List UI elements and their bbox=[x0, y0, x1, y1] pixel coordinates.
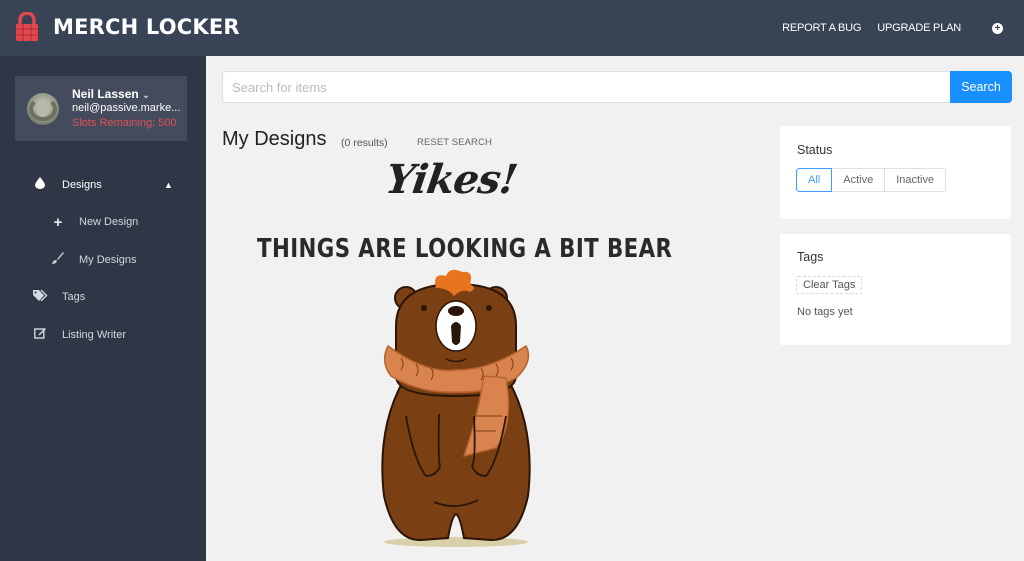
brand-logo[interactable]: MERCH LOCKER bbox=[15, 11, 240, 42]
search-button[interactable]: Search bbox=[950, 71, 1012, 103]
clear-tags-button[interactable]: Clear Tags bbox=[796, 276, 863, 294]
sidebar-item-label: My Designs bbox=[79, 253, 137, 266]
plus-circle-icon[interactable]: + bbox=[992, 22, 1003, 34]
tags-panel: Tags Clear Tags No tags yet bbox=[780, 234, 1011, 345]
empty-heading: Yikes! bbox=[382, 156, 520, 203]
sidebar-item-label: New Design bbox=[79, 216, 139, 229]
report-bug-link[interactable]: REPORT A BUG bbox=[782, 22, 861, 34]
chevron-down-icon: ⌄ bbox=[141, 90, 151, 101]
sidebar-item-label: Tags bbox=[62, 291, 86, 304]
results-count: (0 results) bbox=[341, 137, 388, 149]
sidebar: Neil Lassen ⌄ neil@passive.marke... Slots… bbox=[0, 56, 206, 561]
page-title: My Designs bbox=[222, 128, 327, 150]
droplet-icon bbox=[33, 177, 47, 192]
search-bar: Search bbox=[222, 71, 1012, 103]
top-links: REPORT A BUG UPGRADE PLAN + bbox=[766, 0, 1004, 56]
slots-remaining: Slots Remaining: 500 bbox=[72, 117, 177, 129]
status-inactive-button[interactable]: Inactive bbox=[884, 168, 947, 192]
edit-icon bbox=[33, 327, 47, 342]
lock-icon bbox=[15, 11, 39, 42]
status-panel: Status All Active Inactive bbox=[780, 126, 1011, 219]
plus-icon: + bbox=[53, 213, 63, 231]
no-tags-text: No tags yet bbox=[797, 306, 853, 318]
status-title: Status bbox=[797, 143, 833, 157]
bear-illustration bbox=[381, 269, 531, 547]
status-all-button[interactable]: All bbox=[796, 168, 833, 192]
status-filter: All Active Inactive bbox=[796, 168, 947, 192]
empty-state: Yikes! THINGS ARE LOOKING A BIT BEAR bbox=[226, 156, 706, 561]
status-active-button[interactable]: Active bbox=[831, 168, 886, 192]
paintbrush-icon bbox=[51, 252, 65, 267]
brand-name: MERCH LOCKER bbox=[53, 15, 240, 39]
sidebar-item-new-design[interactable]: + New Design bbox=[0, 204, 206, 242]
sidebar-item-tags[interactable]: Tags bbox=[0, 279, 206, 317]
sidebar-item-label: Designs bbox=[62, 178, 102, 191]
search-input[interactable] bbox=[222, 71, 950, 103]
user-email: neil@passive.marke... bbox=[72, 102, 181, 114]
upgrade-plan-link[interactable]: UPGRADE PLAN bbox=[877, 22, 961, 34]
top-navbar: MERCH LOCKER REPORT A BUG UPGRADE PLAN + bbox=[0, 0, 1024, 56]
sidebar-item-designs[interactable]: Designs ▲ bbox=[0, 166, 206, 204]
sidebar-item-label: Listing Writer bbox=[62, 328, 126, 341]
avatar bbox=[27, 93, 59, 125]
chevron-up-icon[interactable]: ▲ bbox=[164, 180, 173, 190]
sidebar-nav: Designs ▲ + New Design My Designs Tags L… bbox=[0, 166, 206, 354]
tags-icon bbox=[33, 289, 48, 304]
user-name: Neil Lassen ⌄ bbox=[72, 87, 151, 101]
reset-search-link[interactable]: RESET SEARCH bbox=[417, 137, 492, 148]
tags-title: Tags bbox=[797, 250, 824, 264]
sidebar-item-my-designs[interactable]: My Designs bbox=[0, 241, 206, 279]
user-menu[interactable]: Neil Lassen ⌄ neil@passive.marke... Slots… bbox=[15, 76, 187, 141]
main-content: Search My Designs (0 results) RESET SEAR… bbox=[206, 56, 1024, 561]
sidebar-item-listing-writer[interactable]: Listing Writer bbox=[0, 316, 206, 354]
empty-subheading: THINGS ARE LOOKING A BIT BEAR bbox=[257, 234, 673, 264]
